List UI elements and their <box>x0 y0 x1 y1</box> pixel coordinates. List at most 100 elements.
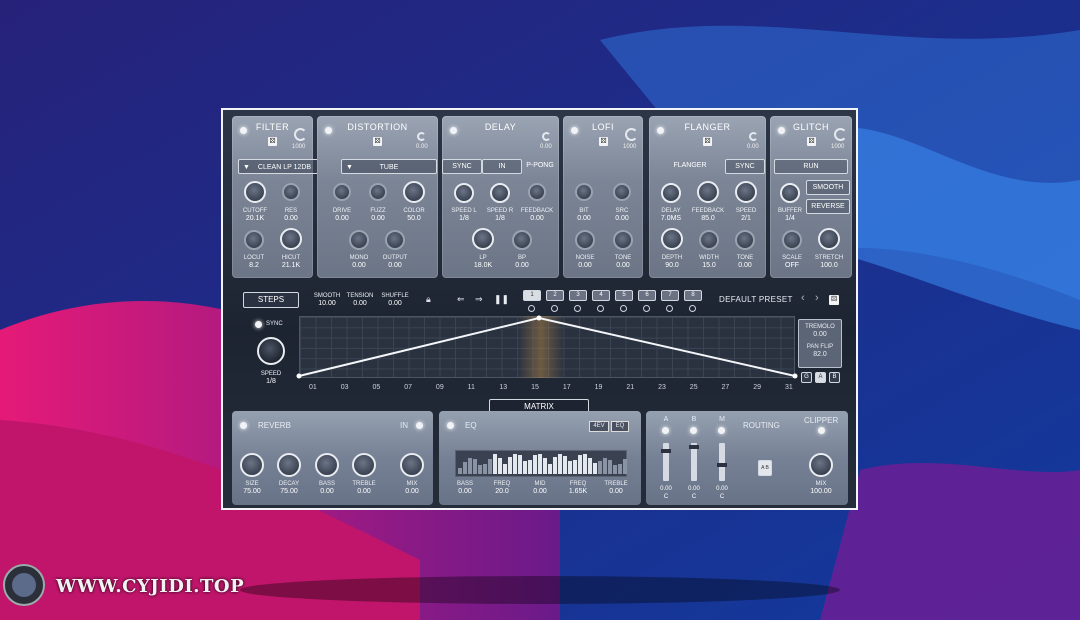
eq-param-label: FREQ <box>569 481 587 487</box>
step-label: 31 <box>785 384 793 391</box>
reverb-power-led[interactable] <box>240 422 247 429</box>
step-label: 27 <box>721 384 730 391</box>
target-g-button[interactable]: G <box>801 372 812 383</box>
envelope-node[interactable] <box>296 373 302 379</box>
routing-mix-label: MIX <box>815 481 827 487</box>
eq-param-value[interactable]: 0.00 <box>520 488 560 496</box>
step-label: 01 <box>309 384 317 391</box>
spectrum-bar <box>588 458 592 474</box>
reverb-knob-label: SIZE <box>245 481 259 487</box>
spectrum-bar <box>498 458 502 474</box>
spectrum-bar <box>608 460 612 474</box>
spectrum-bar <box>538 454 542 474</box>
eq-param-value[interactable]: 1.65K <box>558 488 598 496</box>
spectrum-bar <box>593 463 597 474</box>
envelope-node[interactable] <box>536 315 542 321</box>
step-label: 13 <box>499 384 508 391</box>
step-label: 15 <box>531 384 539 391</box>
spectrum-bar <box>458 468 462 474</box>
step-label: 23 <box>658 384 666 391</box>
modulation-box: TREMOLO 0.00 PAN FLIP 82.0 <box>798 319 842 368</box>
eq-tag-4ev[interactable]: 4EV <box>589 421 609 432</box>
routing-fader-cap[interactable] <box>717 463 727 467</box>
reverb-in-led[interactable] <box>416 422 423 429</box>
watermark-text: WWW.CYJIDI.TOP <box>56 576 245 597</box>
spectrum-bar <box>548 464 552 474</box>
reverb-knob-value: 75.00 <box>243 488 261 495</box>
spectrum-bar <box>518 455 522 474</box>
reverb-bass-knob[interactable] <box>315 453 339 477</box>
spectrum-bar <box>493 454 497 474</box>
eq-param-value[interactable]: 0.00 <box>596 488 636 496</box>
reverb-title: REVERB <box>258 421 291 430</box>
eq-param-label: MID <box>534 481 546 487</box>
step-label: 09 <box>435 384 444 391</box>
spectrum-bar <box>578 455 582 474</box>
spectrum-bar <box>553 457 557 474</box>
eq-tag-eq[interactable]: EQ <box>611 421 629 432</box>
eq-param-value[interactable]: 20.0 <box>482 488 522 496</box>
step-label: 03 <box>340 384 349 391</box>
spectrum-bar <box>478 465 482 474</box>
spectrum-bar <box>468 458 472 474</box>
spectrum-bar <box>513 454 517 474</box>
step-label: 07 <box>404 384 412 391</box>
target-b-button[interactable]: B <box>829 372 840 383</box>
spectrum-bar <box>618 464 622 474</box>
routing-channel-led[interactable] <box>690 427 697 434</box>
target-a-button[interactable]: A <box>815 372 826 383</box>
reverb-in-label: IN <box>400 421 408 430</box>
reverb-mix-knob[interactable] <box>400 453 424 477</box>
spectrum-bar <box>543 458 547 474</box>
step-label: 19 <box>594 384 603 391</box>
eq-title: EQ <box>465 421 477 430</box>
envelope-line[interactable] <box>298 316 796 377</box>
eq-power-led[interactable] <box>447 422 454 429</box>
spectrum-bar <box>568 461 572 474</box>
spectrum-bar <box>528 460 532 474</box>
step-label: 29 <box>753 384 762 391</box>
spectrum-bar <box>523 461 527 474</box>
eq-param-value[interactable]: 0.00 <box>445 488 485 496</box>
routing-channel-label: B <box>691 416 697 423</box>
routing-mix-knob[interactable] <box>809 453 833 477</box>
spectrum-bar <box>488 459 492 474</box>
spectrum-bar <box>583 454 587 474</box>
clipper-label: CLIPPER <box>804 416 839 425</box>
routing-fader-cap[interactable] <box>661 449 671 453</box>
spectrum-bar <box>573 460 577 474</box>
routing-panel: ROUTING CLIPPER A 0.00 C B 0.00 C M 0.00 C A B M… <box>646 411 848 505</box>
reverb-knob-label: BASS <box>318 481 335 487</box>
reverb-decay-knob[interactable] <box>277 453 301 477</box>
spectrum-bar <box>483 464 487 474</box>
reverb-knob-label: TREBLE <box>352 481 376 487</box>
spectrum-bar <box>473 459 477 474</box>
routing-channel-led[interactable] <box>662 427 669 434</box>
reverb-size-knob[interactable] <box>240 453 264 477</box>
routing-channel-led[interactable] <box>718 427 725 434</box>
spectrum-bar <box>623 459 627 474</box>
eq-panel: EQ 4EV EQ BASS 0.00 FREQ 20.0 MID 0.00 FREQ 1.6… <box>439 411 641 505</box>
ab-swap-button[interactable]: A B <box>758 460 772 476</box>
spectrum-bar <box>533 455 537 474</box>
clipper-led[interactable] <box>818 427 825 434</box>
routing-fader-cap[interactable] <box>689 445 699 449</box>
spectrum-bar <box>563 456 567 474</box>
reverb-knob-label: MIX <box>406 481 418 487</box>
spectrum-bar <box>503 464 507 474</box>
routing-fader[interactable] <box>719 443 725 481</box>
spectrum-bar <box>613 465 617 474</box>
step-label: 17 <box>562 384 571 391</box>
spectrum-bar <box>598 461 602 474</box>
eq-param-label: BASS <box>456 481 473 487</box>
spectrum-bar <box>508 457 512 474</box>
routing-fader-value: 0.00 <box>716 486 728 492</box>
reverb-knob-value: 0.00 <box>357 488 371 495</box>
routing-channel-label: M <box>719 416 725 423</box>
tremolo-value[interactable]: 0.00 <box>799 331 841 338</box>
spectrum-bar <box>463 462 467 474</box>
panflip-value[interactable]: 82.0 <box>799 351 841 358</box>
eq-param-label: TREBLE <box>604 481 628 487</box>
envelope-node[interactable] <box>792 373 798 379</box>
reverb-treble-knob[interactable] <box>352 453 376 477</box>
